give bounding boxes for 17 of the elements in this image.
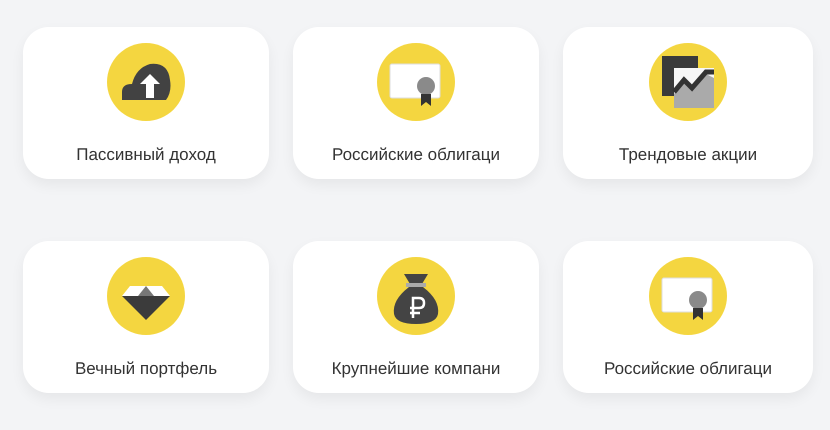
category-card[interactable]: Крупнейшие компани [293,241,539,393]
category-card[interactable]: Российские облигаци [563,241,813,393]
certificate-icon [376,42,456,122]
card-title: Вечный портфель [74,358,218,380]
category-card[interactable]: Вечный портфель [23,241,269,393]
category-card[interactable]: Трендовые акции [563,27,813,179]
certificate-icon [648,256,728,336]
card-title: Трендовые акции [618,144,758,166]
cloud-upload-icon [106,42,186,122]
card-title: Крупнейшие компани [332,358,500,380]
card-title: Российские облигаци [332,144,500,166]
card-title: Пассивный доход [76,144,216,166]
card-title: Российские облигаци [604,358,772,380]
category-card[interactable]: Российские облигаци [293,27,539,179]
money-bag-icon [376,256,456,336]
chart-icon [648,42,728,122]
category-card[interactable]: Пассивный доход [23,27,269,179]
